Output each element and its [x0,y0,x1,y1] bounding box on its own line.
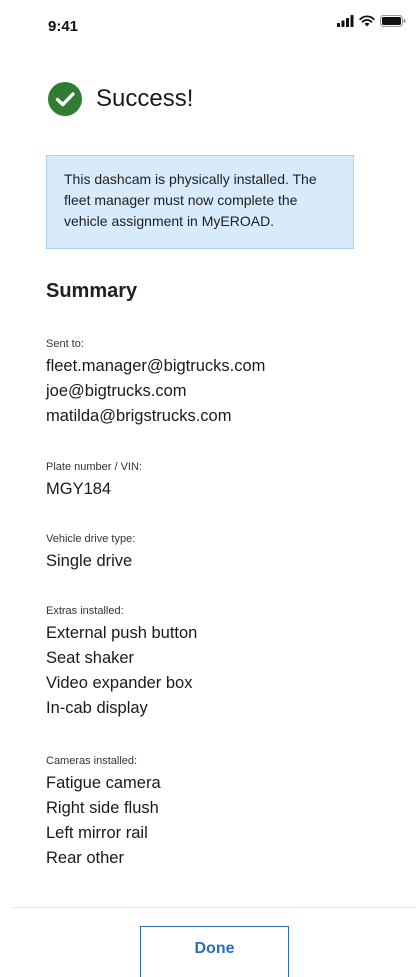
info-message-box: This dashcam is physically installed. Th… [46,155,354,249]
extras-label: Extras installed: [46,605,124,617]
summary-heading: Summary [46,280,138,302]
drive-type-value: Single drive [46,552,133,570]
footer-divider [12,907,416,908]
signal-icon [337,15,354,27]
success-header: Success! [48,82,193,116]
extras-item: Seat shaker [46,649,135,667]
summary-extras: Extras installed: External push button S… [46,604,386,721]
extras-item: In-cab display [46,699,148,717]
wifi-icon [359,15,375,27]
camera-item: Left mirror rail [46,824,148,842]
drive-type-label: Vehicle drive type: [46,533,136,545]
extras-item: External push button [46,624,198,642]
extras-item: Video expander box [46,674,193,692]
plate-value: MGY184 [46,480,112,498]
plate-label: Plate number / VIN: [46,461,142,473]
sent-to-email: matilda@brigstrucks.com [46,407,232,425]
sent-to-email: fleet.manager@bigtrucks.com [46,357,266,375]
sent-to-email: joe@bigtrucks.com [46,382,187,400]
summary-plate: Plate number / VIN: MGY184 [46,460,386,502]
camera-item: Right side flush [46,799,159,817]
summary-cameras: Cameras installed: Fatigue camera Right … [46,754,386,871]
page-title: Success! [96,85,194,112]
sent-to-label: Sent to: [46,338,84,350]
battery-icon [380,15,406,27]
check-circle-icon [48,82,82,116]
status-bar: 9:41 [0,0,416,44]
cameras-label: Cameras installed: [46,755,138,767]
done-button[interactable]: Done [140,926,289,977]
status-icons [337,15,406,27]
status-time: 9:41 [48,18,79,35]
camera-item: Rear other [46,849,124,867]
info-message-text: This dashcam is physically installed. Th… [64,171,317,229]
camera-item: Fatigue camera [46,774,161,792]
summary-drive-type: Vehicle drive type: Single drive [46,532,386,574]
summary-sent-to: Sent to: fleet.manager@bigtrucks.com joe… [46,337,386,429]
